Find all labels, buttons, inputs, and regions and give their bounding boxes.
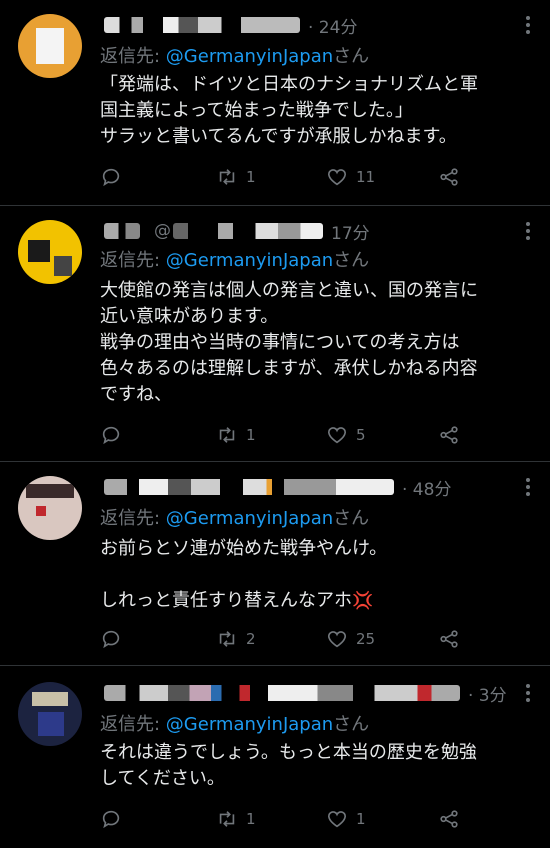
like-count: 1 bbox=[356, 810, 366, 828]
like-count: 25 bbox=[356, 630, 376, 648]
redacted-display-name bbox=[104, 223, 140, 239]
tweet-text: お前らとソ連が始めた戦争やんけ。 しれっと責任すり替えんなアホ💢 bbox=[100, 538, 388, 611]
tweet-actions: 1 11 bbox=[100, 166, 480, 188]
more-icon[interactable] bbox=[526, 478, 530, 496]
retweet-button[interactable]: 2 bbox=[216, 628, 256, 650]
redacted-display-name bbox=[104, 17, 300, 33]
reply-icon bbox=[102, 168, 120, 187]
more-icon[interactable] bbox=[526, 684, 530, 702]
tweet-header: · 48分 bbox=[104, 474, 514, 500]
redacted-display-name bbox=[104, 685, 460, 701]
redacted-display-name bbox=[104, 479, 394, 495]
share-icon bbox=[440, 810, 458, 828]
more-icon[interactable] bbox=[526, 222, 530, 240]
like-button[interactable]: 1 bbox=[326, 808, 366, 830]
share-button[interactable] bbox=[438, 808, 460, 830]
reply-context: 返信先: @GermanyinJapanさん bbox=[100, 508, 370, 529]
tweet-time: · 24分 bbox=[308, 17, 358, 38]
retweet-icon bbox=[219, 169, 235, 185]
like-button[interactable]: 5 bbox=[326, 424, 366, 446]
reply-button[interactable] bbox=[100, 808, 122, 830]
retweet-count: 1 bbox=[246, 168, 256, 186]
like-button[interactable]: 25 bbox=[326, 628, 375, 650]
share-button[interactable] bbox=[438, 424, 460, 446]
tweet[interactable]: · 24分 返信先: @GermanyinJapanさん 「発端は、ドイツと日本… bbox=[0, 0, 550, 206]
anger-emoji: 💢 bbox=[352, 591, 374, 611]
tweet-header: · 3分 bbox=[104, 680, 514, 706]
avatar[interactable] bbox=[18, 14, 82, 78]
like-icon bbox=[327, 631, 347, 648]
retweet-count: 1 bbox=[246, 810, 256, 828]
avatar[interactable] bbox=[18, 476, 82, 540]
tweet-actions: 1 1 bbox=[100, 808, 480, 830]
share-icon bbox=[440, 168, 458, 186]
like-count: 11 bbox=[356, 168, 376, 186]
retweet-button[interactable]: 1 bbox=[216, 808, 256, 830]
share-button[interactable] bbox=[438, 166, 460, 188]
redacted-handle bbox=[173, 223, 323, 239]
reply-icon bbox=[102, 630, 120, 649]
tweet[interactable]: · 3分 返信先: @GermanyinJapanさん それは違うでしょう。もっ… bbox=[0, 666, 550, 848]
reply-context: 返信先: @GermanyinJapanさん bbox=[100, 714, 370, 735]
retweet-count: 1 bbox=[246, 426, 256, 444]
reply-button[interactable] bbox=[100, 628, 122, 650]
share-icon bbox=[440, 426, 458, 444]
reply-handle-link[interactable]: @GermanyinJapan bbox=[166, 250, 333, 271]
share-icon bbox=[440, 630, 458, 648]
avatar[interactable] bbox=[18, 220, 82, 284]
retweet-button[interactable]: 1 bbox=[216, 424, 256, 446]
retweet-button[interactable]: 1 bbox=[216, 166, 256, 188]
retweet-icon bbox=[219, 427, 235, 443]
retweet-count: 2 bbox=[246, 630, 256, 648]
tweet-header: · 24分 bbox=[104, 12, 514, 38]
reply-context: 返信先: @GermanyinJapanさん bbox=[100, 46, 370, 67]
like-count: 5 bbox=[356, 426, 366, 444]
tweet-text: 大使館の発言は個人の発言と違い、国の発言に 近い意味があります。 戦争の理由や当… bbox=[100, 280, 478, 405]
like-icon bbox=[327, 811, 347, 828]
tweet-header: @ 17分 bbox=[104, 218, 514, 244]
reply-button[interactable] bbox=[100, 424, 122, 446]
tweet[interactable]: · 48分 返信先: @GermanyinJapanさん お前らとソ連が始めた戦… bbox=[0, 462, 550, 666]
tweet-text: それは違うでしょう。もっと本当の歴史を勉強 してください。 bbox=[100, 742, 477, 789]
reply-handle-link[interactable]: @GermanyinJapan bbox=[166, 46, 333, 67]
reply-handle-link[interactable]: @GermanyinJapan bbox=[166, 714, 333, 735]
reply-handle-link[interactable]: @GermanyinJapan bbox=[166, 508, 333, 529]
tweet-text: 「発端は、ドイツと日本のナショナリズムと軍 国主義によって始まった戦争でした。」… bbox=[100, 74, 478, 147]
retweet-icon bbox=[219, 811, 235, 827]
like-icon bbox=[327, 427, 347, 444]
reply-button[interactable] bbox=[100, 166, 122, 188]
like-icon bbox=[327, 169, 347, 186]
tweet-actions: 1 5 bbox=[100, 424, 480, 446]
tweet-time: 17分 bbox=[331, 223, 370, 244]
tweet[interactable]: @ 17分 返信先: @GermanyinJapanさん 大使館の発言は個人の発… bbox=[0, 206, 550, 462]
tweet-time: · 48分 bbox=[402, 479, 452, 500]
share-button[interactable] bbox=[438, 628, 460, 650]
tweet-time: · 3分 bbox=[468, 685, 507, 706]
tweet-actions: 2 25 bbox=[100, 628, 480, 650]
retweet-icon bbox=[219, 631, 235, 647]
like-button[interactable]: 11 bbox=[326, 166, 375, 188]
reply-context: 返信先: @GermanyinJapanさん bbox=[100, 250, 370, 271]
avatar[interactable] bbox=[18, 682, 82, 746]
more-icon[interactable] bbox=[526, 16, 530, 34]
reply-icon bbox=[102, 810, 120, 829]
reply-icon bbox=[102, 426, 120, 445]
handle-fragment: @ bbox=[154, 221, 171, 241]
